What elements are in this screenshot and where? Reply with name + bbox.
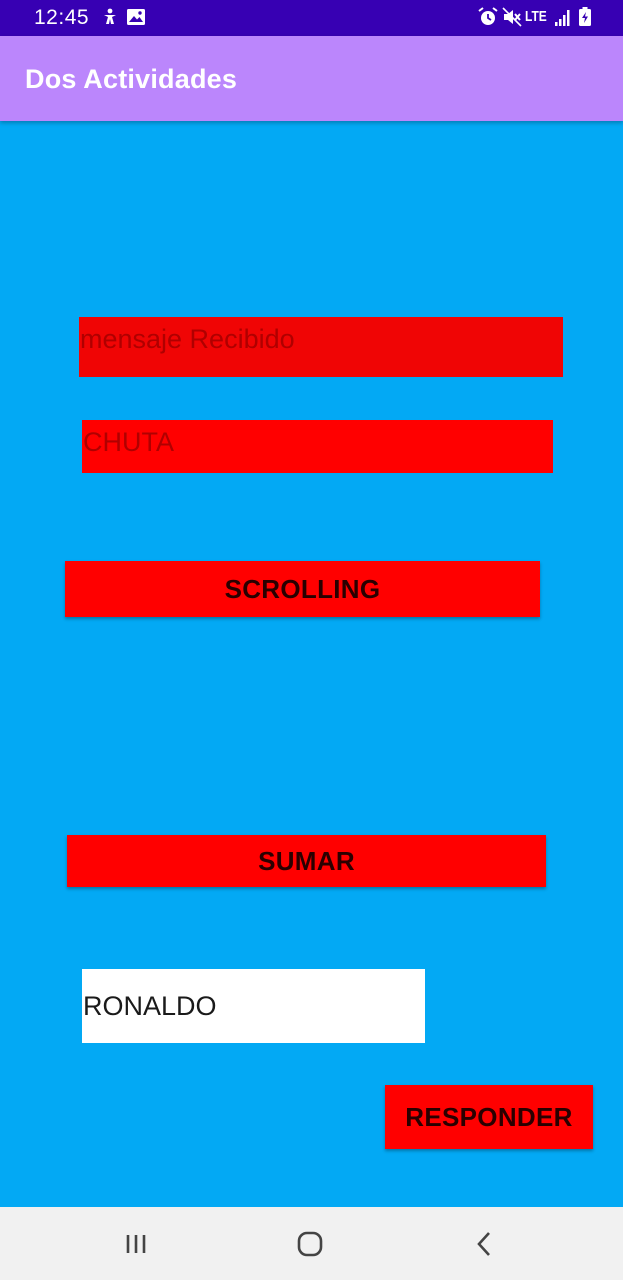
network-type-label: LTE	[525, 8, 547, 25]
home-icon[interactable]	[295, 1229, 325, 1259]
reply-input[interactable]	[82, 969, 425, 1043]
signal-icon	[555, 10, 570, 26]
app-bar: Dos Actividades	[0, 36, 623, 121]
responder-button[interactable]: RESPONDER	[385, 1085, 593, 1149]
back-icon[interactable]	[470, 1229, 500, 1259]
navigation-bar	[0, 1207, 623, 1280]
message-label-text: mensaje Recibido	[80, 324, 295, 354]
alarm-icon	[478, 7, 498, 25]
status-right-icons: LTE	[478, 7, 593, 29]
status-time: 12:45	[34, 6, 90, 29]
image-icon	[127, 9, 145, 25]
message-label: mensaje Recibido	[79, 317, 563, 377]
battery-charging-icon	[579, 7, 591, 26]
status-bar: 12:45 LTE	[0, 0, 623, 36]
recents-icon[interactable]	[121, 1229, 151, 1259]
accessibility-icon	[104, 8, 116, 24]
received-message-text: CHUTA	[82, 420, 553, 473]
scrolling-button[interactable]: SCROLLING	[65, 561, 540, 617]
mute-icon	[502, 7, 522, 27]
received-message-value: CHUTA	[83, 427, 174, 457]
app-title: Dos Actividades	[25, 64, 238, 94]
sumar-button[interactable]: SUMAR	[67, 835, 546, 887]
